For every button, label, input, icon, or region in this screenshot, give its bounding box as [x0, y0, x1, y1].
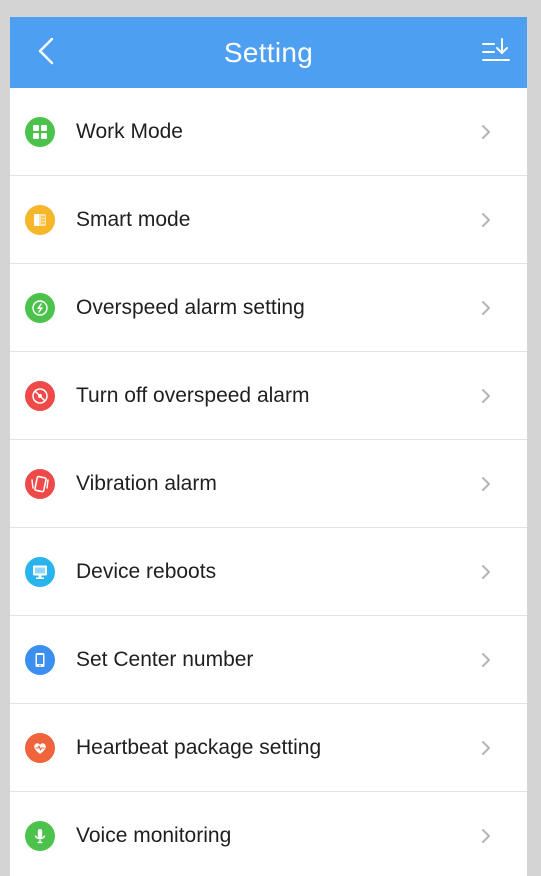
no-speed-icon: [25, 380, 55, 411]
list-item-turn-off-overspeed-alarm[interactable]: Turn off overspeed alarm: [10, 352, 527, 440]
list-item-work-mode[interactable]: Work Mode: [10, 88, 527, 176]
sort-descending-icon: [482, 38, 510, 61]
chevron-right-icon: [482, 124, 490, 139]
sort-button[interactable]: [479, 35, 513, 69]
settings-list: Work Mode Smart mode Overspeed alarm setti…: [10, 88, 527, 876]
list-item-label: Turn off overspeed alarm: [76, 383, 310, 407]
list-item-voice-monitoring[interactable]: Voice monitoring: [10, 792, 527, 876]
list-item-heartbeat-package-setting[interactable]: Heartbeat package setting: [10, 704, 527, 792]
chevron-right-icon: [482, 564, 490, 579]
list-item-vibration-alarm[interactable]: Vibration alarm: [10, 440, 527, 528]
chevron-right-icon: [482, 212, 490, 227]
microphone-icon: [25, 820, 55, 851]
chevron-right-icon: [482, 652, 490, 667]
chevron-right-icon: [482, 388, 490, 403]
document-icon: [25, 204, 55, 235]
lightning-icon: [25, 292, 55, 323]
chevron-right-icon: [482, 300, 490, 315]
chevron-right-icon: [482, 740, 490, 755]
list-item-device-reboots[interactable]: Device reboots: [10, 528, 527, 616]
list-item-label: Vibration alarm: [76, 471, 217, 495]
chevron-right-icon: [482, 828, 490, 843]
list-item-smart-mode[interactable]: Smart mode: [10, 176, 527, 264]
list-item-label: Work Mode: [76, 119, 183, 143]
chevron-right-icon: [482, 476, 490, 491]
app-frame: Setting Work Mode Smart mode Overspeed ala…: [10, 17, 527, 876]
list-item-label: Voice monitoring: [76, 823, 232, 847]
list-item-label: Set Center number: [76, 647, 254, 671]
grid-icon: [25, 116, 55, 147]
list-item-label: Device reboots: [76, 559, 217, 583]
list-item-overspeed-alarm-setting[interactable]: Overspeed alarm setting: [10, 264, 527, 352]
monitor-icon: [25, 556, 55, 587]
heart-icon: [25, 732, 55, 763]
page-title: Setting: [223, 37, 314, 68]
list-item-label: Heartbeat package setting: [76, 735, 322, 759]
list-item-label: Smart mode: [76, 207, 191, 231]
list-item-set-center-number[interactable]: Set Center number: [10, 616, 527, 704]
vibrating-phone-icon: [25, 468, 55, 499]
phone-icon: [25, 644, 55, 675]
header-bar: Setting: [10, 17, 527, 88]
list-item-label: Overspeed alarm setting: [76, 295, 305, 319]
